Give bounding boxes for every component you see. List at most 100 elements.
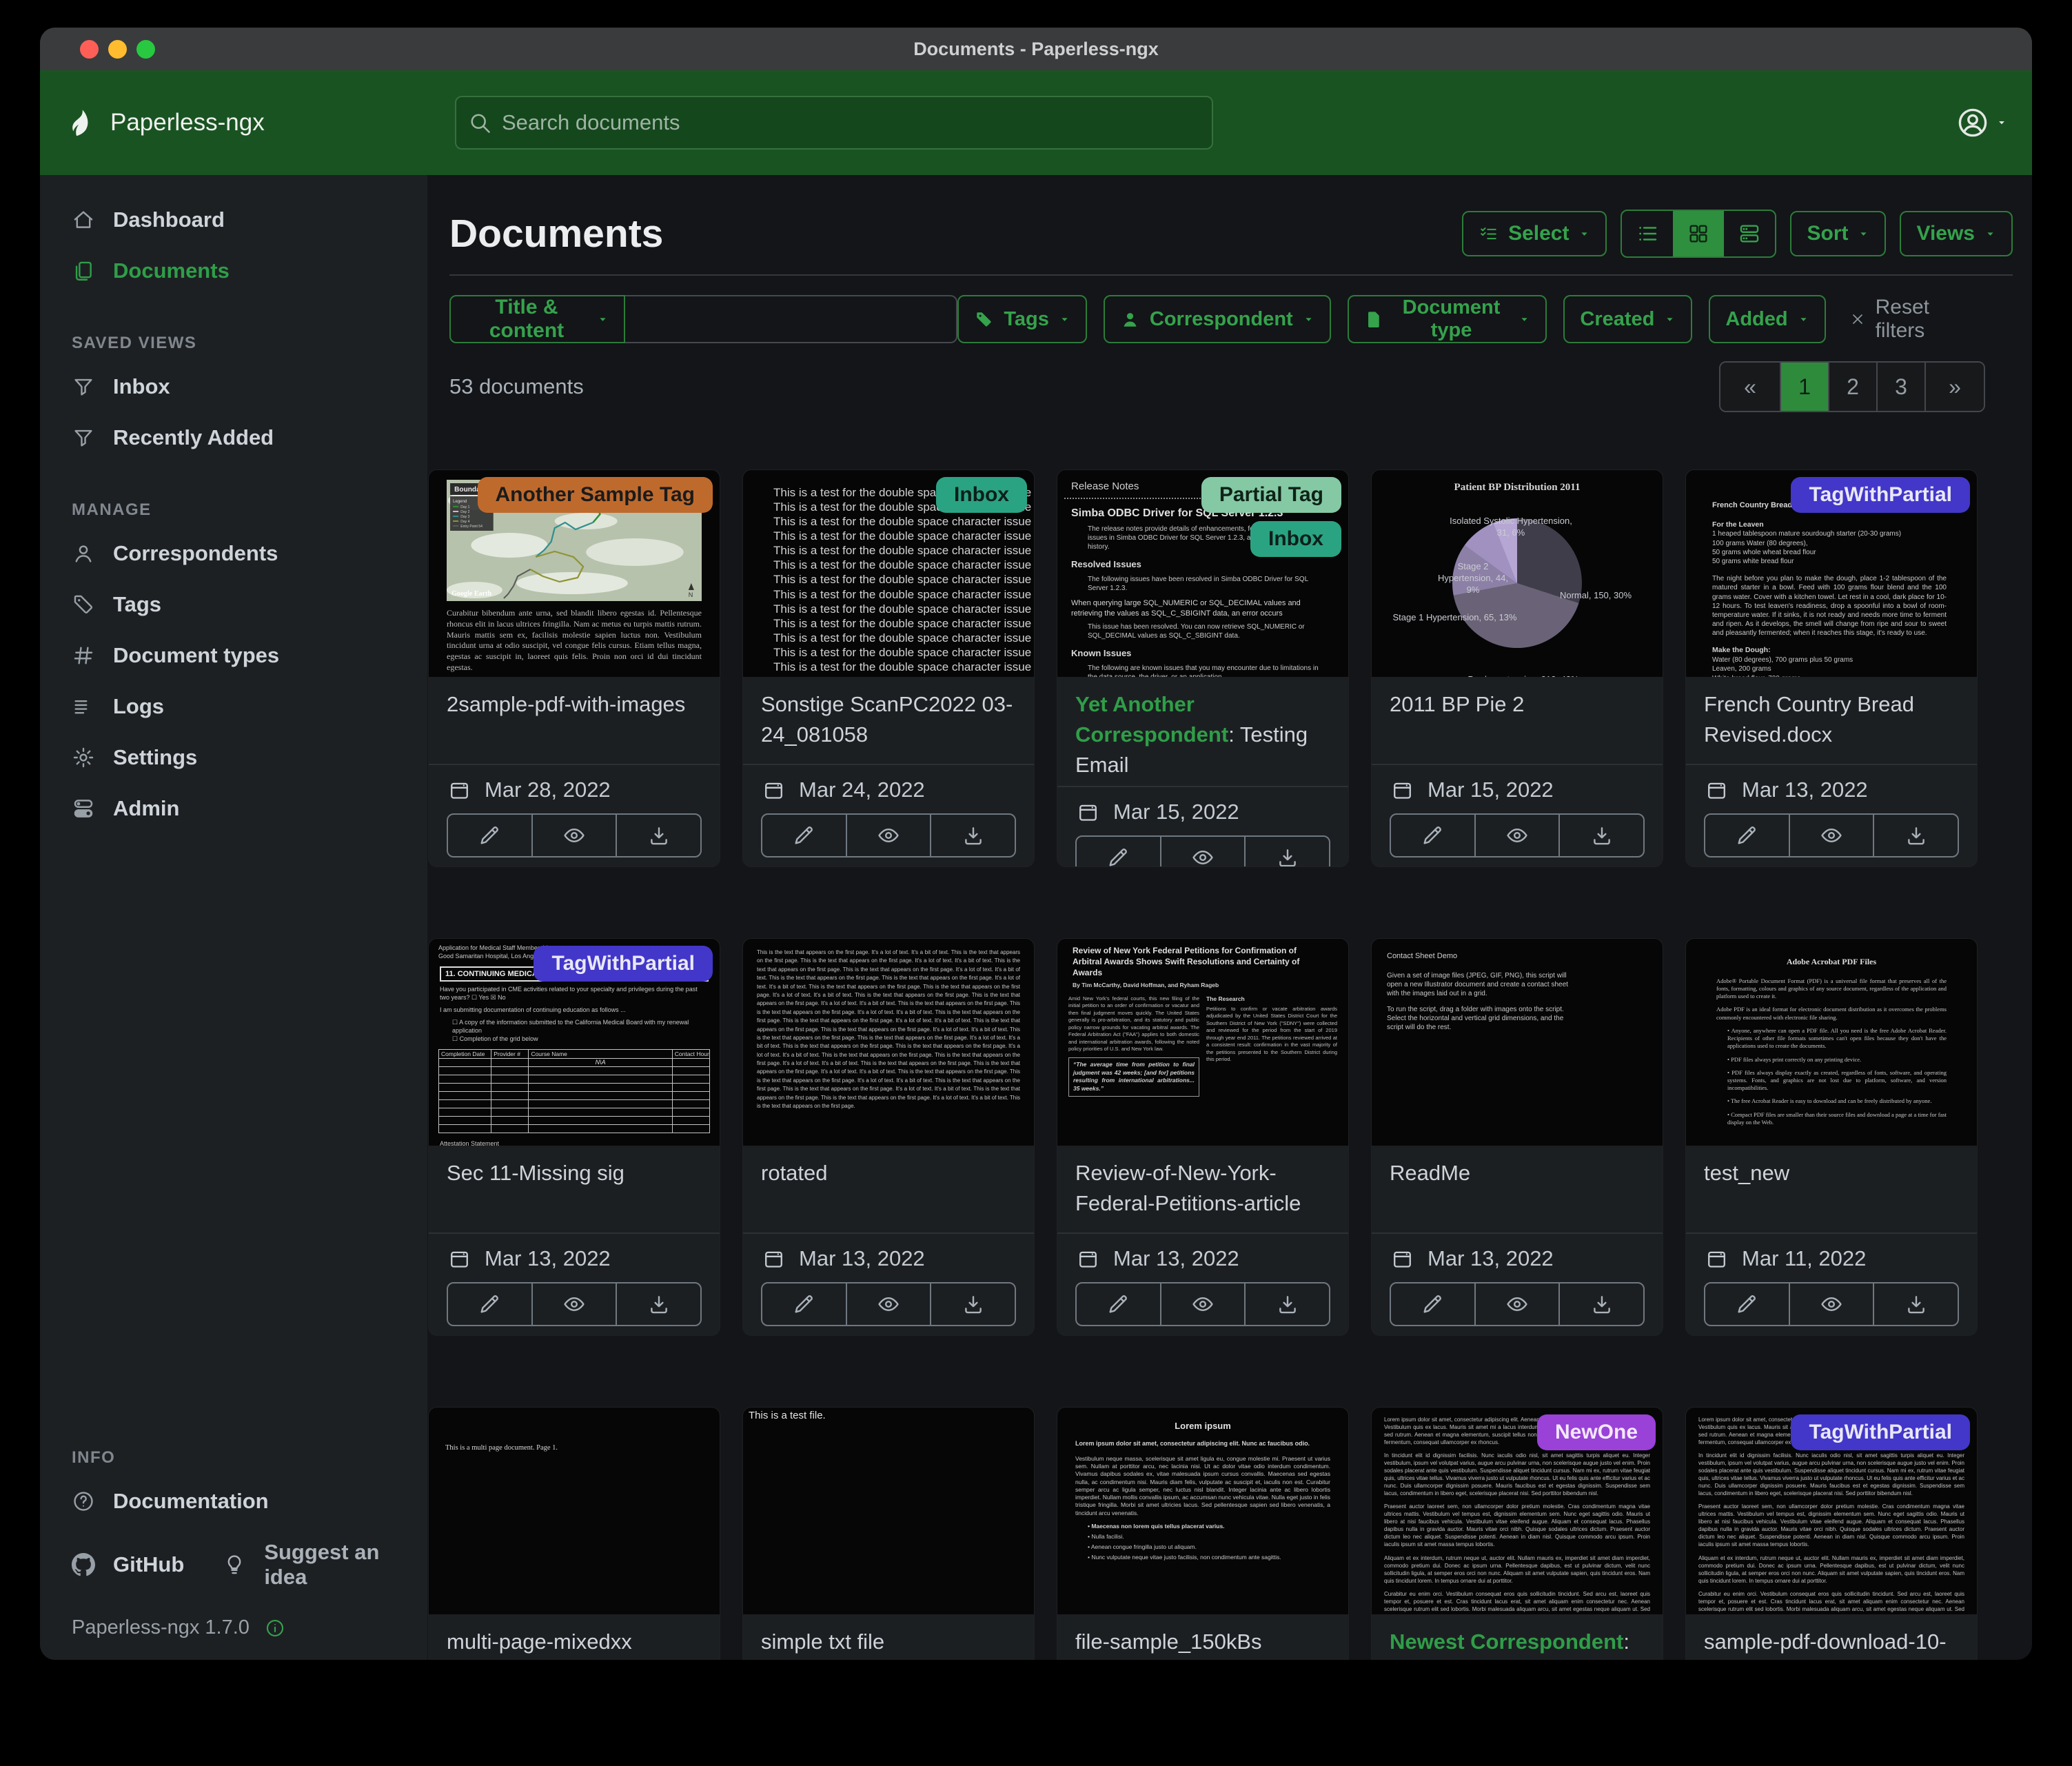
document-card[interactable]: Review of New York Federal Petitions for… [1057, 939, 1348, 1335]
page-3-button[interactable]: 3 [1876, 363, 1924, 411]
search-input[interactable] [455, 96, 1213, 150]
tag-badge[interactable]: Inbox [936, 477, 1027, 513]
document-card[interactable]: French Country BreadFor the Leaven1 heap… [1686, 470, 1977, 866]
view-button[interactable] [1160, 837, 1245, 866]
sidebar-item-admin[interactable]: Admin [40, 783, 427, 834]
page-next-button[interactable]: » [1924, 363, 1984, 411]
document-card[interactable]: Application for Medical Staff Membership… [429, 939, 720, 1335]
sidebar-item-correspondents[interactable]: Correspondents [40, 528, 427, 579]
edit-button[interactable] [762, 815, 846, 856]
tag-badge[interactable]: Inbox [1250, 521, 1341, 557]
grid-view-button[interactable] [1673, 211, 1724, 256]
view-button[interactable] [1474, 1283, 1559, 1325]
download-button[interactable] [1558, 1283, 1643, 1325]
close-button[interactable] [80, 40, 99, 59]
view-button[interactable] [1160, 1283, 1245, 1325]
edit-button[interactable] [762, 1283, 846, 1325]
download-button[interactable] [1558, 815, 1643, 856]
added-filter-button[interactable]: Added [1709, 295, 1825, 343]
document-card[interactable]: Release NotesSimba ODBC Driver for SQL S… [1057, 470, 1348, 866]
sidebar-item-suggest-idea[interactable]: Suggest an idea [198, 1527, 427, 1603]
correspondent-link[interactable]: Newest Correspondent [1390, 1630, 1623, 1654]
correspondent-link[interactable]: Yet Another Correspondent [1075, 692, 1228, 747]
view-button[interactable] [1474, 815, 1559, 856]
preview-text: Have you participated in CME activities … [440, 986, 709, 1002]
sidebar-item-dashboard[interactable]: Dashboard [40, 194, 427, 245]
sidebar-item-documentation[interactable]: Documentation [40, 1476, 427, 1527]
tag-badge[interactable]: TagWithPartial [534, 946, 713, 982]
sidebar-item-document-types[interactable]: Document types [40, 630, 427, 681]
view-button[interactable] [531, 815, 616, 856]
reset-filters-button[interactable]: Reset filters [1849, 296, 1964, 343]
minimize-button[interactable] [108, 40, 127, 59]
edit-button[interactable] [1077, 837, 1160, 866]
title-content-filter-input[interactable] [625, 295, 957, 343]
edit-button[interactable] [1077, 1283, 1160, 1325]
download-button[interactable] [616, 1283, 700, 1325]
view-button[interactable] [1789, 1283, 1873, 1325]
sidebar-item-inbox[interactable]: Inbox [40, 361, 427, 412]
preview-text: • Nulla facilisi. [1088, 1533, 1328, 1541]
views-button[interactable]: Views [1900, 211, 2013, 256]
edit-button[interactable] [1705, 815, 1789, 856]
document-card[interactable]: This is a test for the double space char… [743, 470, 1034, 866]
download-button[interactable] [930, 1283, 1015, 1325]
document-type-filter-button[interactable]: Document type [1348, 295, 1547, 343]
tag-badge[interactable]: NewOne [1537, 1414, 1656, 1450]
document-card[interactable]: This is a multi page document. Page 1.mu… [429, 1408, 720, 1660]
document-card[interactable]: Patient BP Distribution 2011Normal, 150,… [1372, 470, 1663, 866]
download-button[interactable] [930, 815, 1015, 856]
tags-filter-button[interactable]: Tags [957, 295, 1087, 343]
edit-button[interactable] [1391, 1283, 1474, 1325]
user-menu[interactable] [1956, 70, 2007, 175]
sidebar-item-tags[interactable]: Tags [40, 579, 427, 630]
list-view-button[interactable] [1622, 211, 1673, 256]
edit-button[interactable] [1705, 1283, 1789, 1325]
document-card[interactable]: Adobe Acrobat PDF FilesAdobe® Portable D… [1686, 939, 1977, 1335]
maximize-button[interactable] [136, 40, 155, 59]
chevron-down-icon [597, 314, 609, 325]
edit-button[interactable] [448, 815, 531, 856]
document-card[interactable]: Lorem ipsum dolor sit amet, consectetur … [1372, 1408, 1663, 1660]
document-title-text: 2011 BP Pie 2 [1390, 692, 1524, 716]
edit-button[interactable] [448, 1283, 531, 1325]
sidebar-item-github[interactable]: GitHub [40, 1539, 198, 1590]
download-button[interactable] [1873, 1283, 1958, 1325]
sidebar-item-settings[interactable]: Settings [40, 732, 427, 783]
sidebar-item-documents[interactable]: Documents [40, 245, 427, 296]
detail-view-button[interactable] [1724, 211, 1775, 256]
title-content-filter-button[interactable]: Title & content [449, 295, 625, 343]
tag-badge[interactable]: Another Sample Tag [478, 477, 713, 513]
download-button[interactable] [1244, 1283, 1329, 1325]
info-icon[interactable] [265, 1618, 285, 1638]
preview-text: • Compact PDF files are smaller than the… [1727, 1111, 1947, 1126]
download-button[interactable] [1873, 815, 1958, 856]
view-button[interactable] [846, 815, 931, 856]
brand[interactable]: Paperless-ngx [65, 107, 265, 139]
page-2-button[interactable]: 2 [1828, 363, 1876, 411]
tag-badge[interactable]: Partial Tag [1201, 477, 1341, 513]
document-card[interactable]: Lorem ipsumLorem ipsum dolor sit amet, c… [1057, 1408, 1348, 1660]
view-button[interactable] [531, 1283, 616, 1325]
document-card[interactable]: Contact Sheet DemoGiven a set of image f… [1372, 939, 1663, 1335]
page-1-button[interactable]: 1 [1780, 363, 1828, 411]
sidebar-item-recently-added[interactable]: Recently Added [40, 412, 427, 463]
page-prev-button[interactable]: « [1720, 363, 1780, 411]
created-filter-button[interactable]: Created [1563, 295, 1692, 343]
tag-badge[interactable]: TagWithPartial [1791, 1414, 1970, 1450]
select-button[interactable]: Select [1462, 211, 1607, 256]
view-button[interactable] [1789, 815, 1873, 856]
tag-badge[interactable]: TagWithPartial [1791, 477, 1970, 513]
download-button[interactable] [1244, 837, 1329, 866]
edit-button[interactable] [1391, 815, 1474, 856]
document-card[interactable]: This is a test file.simple txt file [743, 1408, 1034, 1660]
document-card[interactable]: Lorem ipsum dolor sit amet, consectetur … [1686, 1408, 1977, 1660]
document-card[interactable]: Boundary Waters TripLegendDay 1Day 2Day … [429, 470, 720, 866]
view-button[interactable] [846, 1283, 931, 1325]
download-button[interactable] [616, 815, 700, 856]
preview-text: ☐ A copy of the information submitted to… [452, 1019, 709, 1035]
document-card[interactable]: This is the text that appears on the fir… [743, 939, 1034, 1335]
sort-button[interactable]: Sort [1790, 211, 1886, 256]
correspondent-filter-button[interactable]: Correspondent [1104, 295, 1331, 343]
sidebar-item-logs[interactable]: Logs [40, 681, 427, 732]
